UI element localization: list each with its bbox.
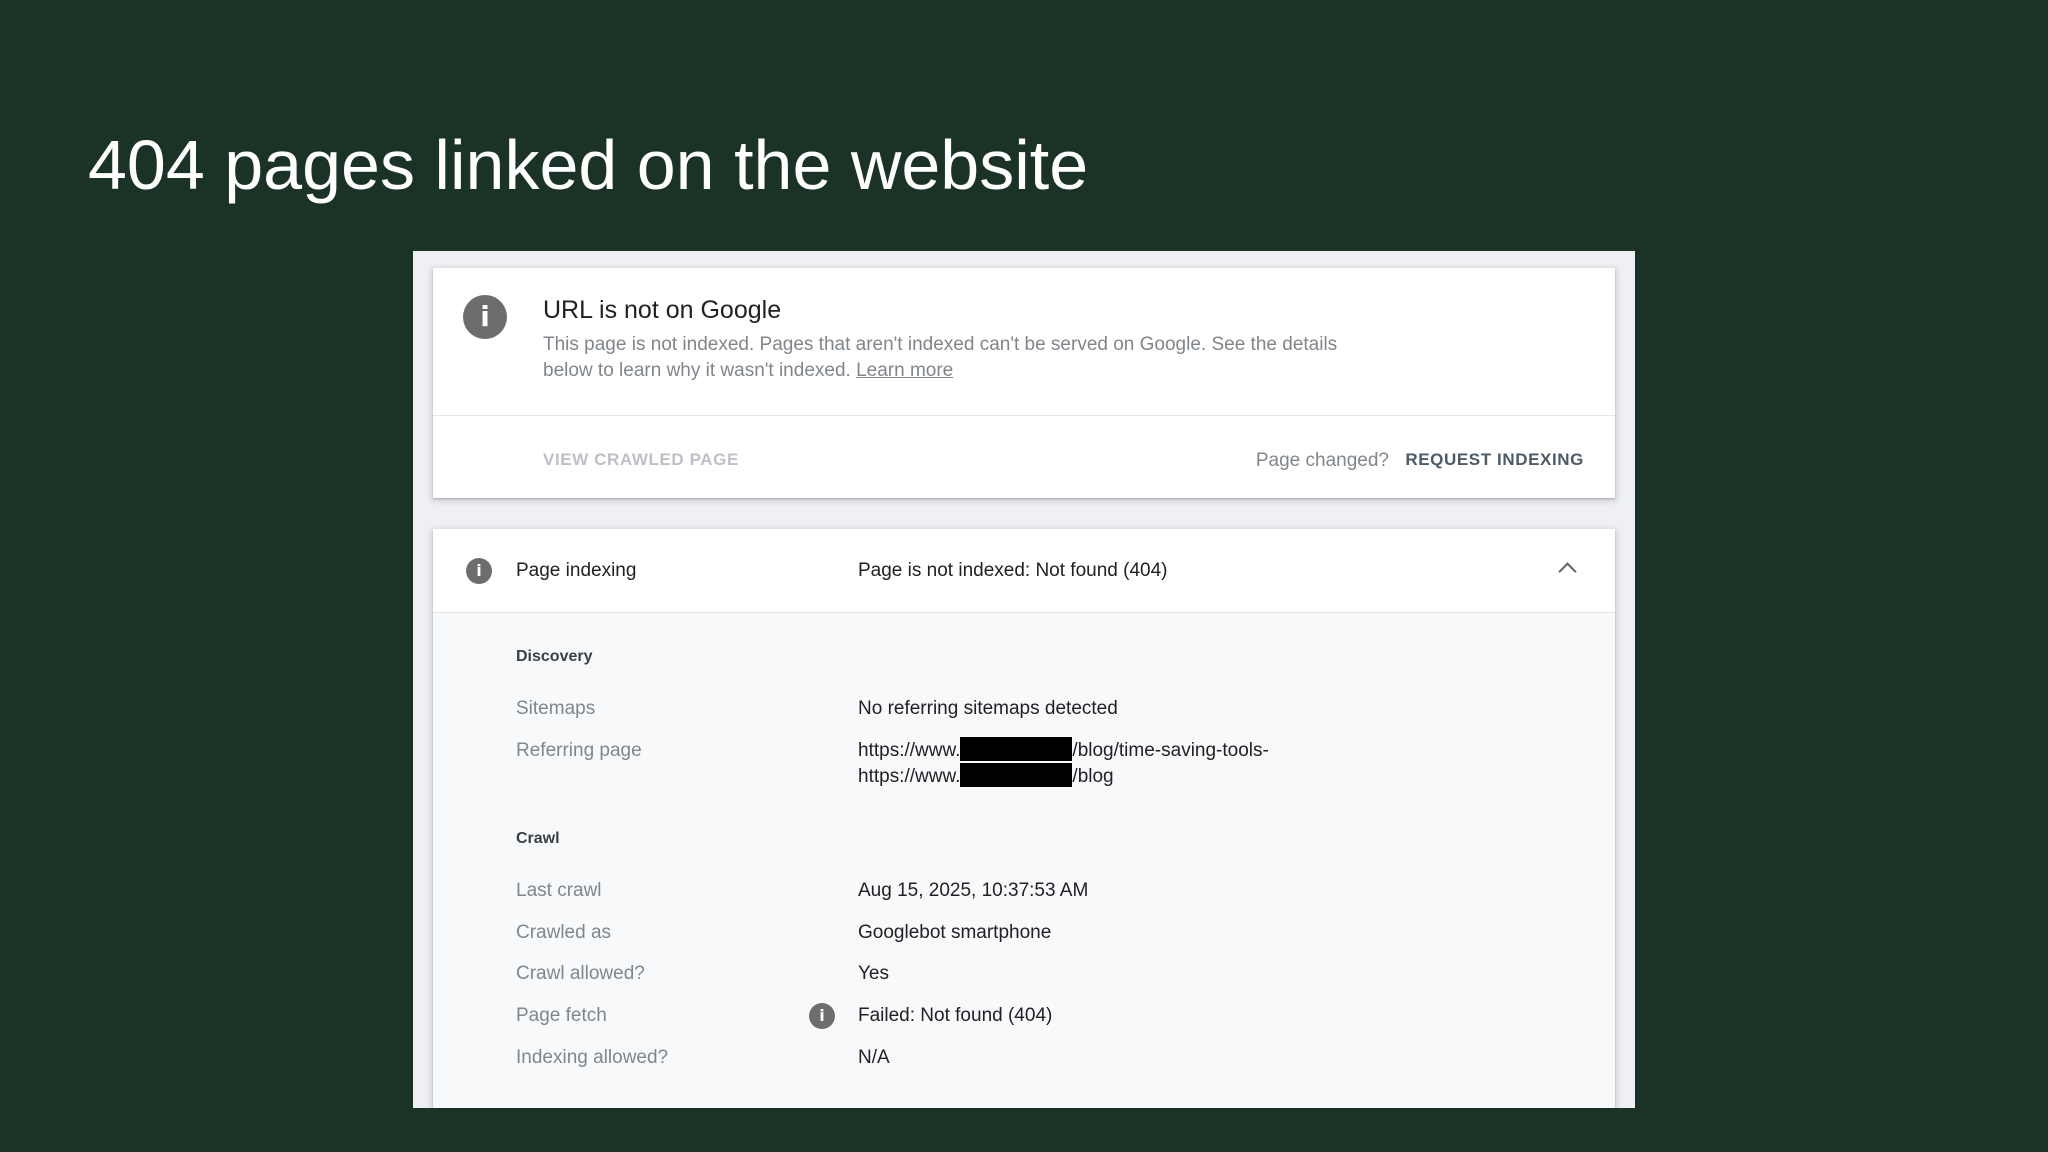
crawl-section-title: Crawl (516, 830, 560, 847)
page-indexing-value: Page is not indexed: Not found (404) (858, 560, 1168, 581)
crawl-allowed-label: Crawl allowed? (516, 963, 645, 984)
view-crawled-page-button[interactable]: VIEW CRAWLED PAGE (543, 449, 739, 471)
status-title: URL is not on Google (543, 296, 782, 324)
info-icon: i (463, 295, 507, 339)
last-crawl-value: Aug 15, 2025, 10:37:53 AM (858, 880, 1089, 901)
sitemaps-value: No referring sitemaps detected (858, 698, 1118, 719)
slide-title: 404 pages linked on the website (88, 126, 1089, 204)
url-suffix: /blog/time-saving-tools- (1072, 740, 1269, 761)
crawled-as-value: Googlebot smartphone (858, 922, 1052, 943)
page-fetch-value: Failed: Not found (404) (858, 1005, 1053, 1026)
status-description: This page is not indexed. Pages that are… (543, 332, 1343, 384)
redacted-domain (960, 737, 1073, 761)
url-prefix: https://www. (858, 740, 961, 761)
indexing-allowed-label: Indexing allowed? (516, 1047, 669, 1068)
page-indexing-header[interactable]: i Page indexing Page is not indexed: Not… (433, 529, 1615, 613)
search-console-screenshot: i URL is not on Google This page is not … (413, 251, 1635, 1108)
referring-page-url[interactable]: https://www. /blog (858, 763, 1114, 790)
url-prefix: https://www. (858, 766, 961, 787)
crawled-as-label: Crawled as (516, 922, 612, 943)
request-indexing-button[interactable]: REQUEST INDEXING (1405, 449, 1584, 471)
referring-page-url[interactable]: https://www. /blog/time-saving-tools- (858, 737, 1269, 764)
learn-more-link[interactable]: Learn more (856, 360, 953, 381)
page-indexing-label: Page indexing (516, 560, 637, 581)
url-status-card: i URL is not on Google This page is not … (433, 268, 1615, 498)
redacted-domain (960, 763, 1073, 787)
sitemaps-label: Sitemaps (516, 698, 596, 719)
crawl-allowed-value: Yes (858, 963, 889, 984)
chevron-up-icon[interactable] (1558, 562, 1577, 581)
referring-page-label: Referring page (516, 740, 642, 761)
info-icon: i (466, 558, 492, 584)
last-crawl-label: Last crawl (516, 880, 602, 901)
indexing-allowed-value: N/A (858, 1047, 890, 1068)
page-indexing-card: i Page indexing Page is not indexed: Not… (433, 529, 1615, 1108)
discovery-section-title: Discovery (516, 648, 593, 665)
info-icon[interactable]: i (809, 1003, 835, 1029)
card-divider (433, 415, 1615, 416)
page-changed-label: Page changed? (1255, 450, 1389, 471)
page-fetch-label: Page fetch (516, 1005, 607, 1026)
url-suffix: /blog (1072, 766, 1114, 787)
